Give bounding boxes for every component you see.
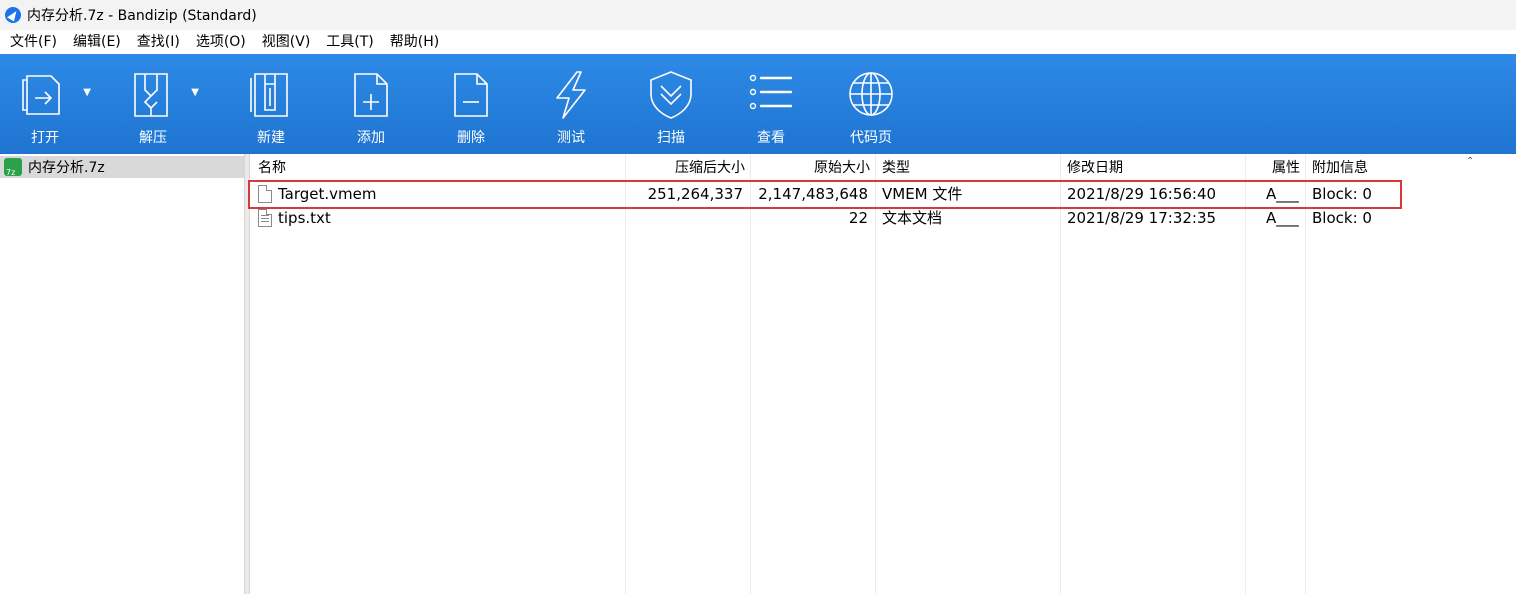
- delete-file-icon: [454, 73, 488, 117]
- table-row[interactable]: tips.txt 22 文本文档 2021/8/29 17:32:35 A___…: [250, 206, 1516, 230]
- file-extra-info: Block: 0: [1312, 209, 1372, 227]
- new-button[interactable]: 新建: [221, 54, 321, 154]
- scan-button[interactable]: 扫描: [621, 54, 721, 154]
- archive-tree: 内存分析.7z: [0, 154, 244, 594]
- extract-dropdown-icon[interactable]: ▼: [191, 87, 199, 98]
- window-title: 内存分析.7z - Bandizip (Standard): [27, 8, 257, 24]
- menu-view[interactable]: 视图(V): [254, 30, 319, 54]
- test-button[interactable]: 测试: [521, 54, 621, 154]
- menu-edit[interactable]: 编辑(E): [65, 30, 129, 54]
- file-list: 名称 压缩后大小 原始大小 类型 修改日期 属性 附加信息 ⌃ Target.v…: [250, 154, 1516, 594]
- file-original-size: 22: [848, 209, 868, 227]
- codepage-label: 代码页: [850, 130, 892, 146]
- menu-tools[interactable]: 工具(T): [318, 30, 381, 54]
- toolbar: 打开 ▼ 解压 ▼ 新建 添加 删除 测试 扫描 查看 代码页: [0, 54, 1516, 154]
- open-icon: [22, 75, 60, 115]
- codepage-button[interactable]: 代码页: [821, 54, 921, 154]
- header-name[interactable]: 名称: [258, 158, 286, 178]
- open-dropdown-icon[interactable]: ▼: [83, 87, 91, 98]
- header-original-size[interactable]: 原始大小: [755, 158, 870, 178]
- tree-item-label: 内存分析.7z: [28, 160, 105, 176]
- header-modified-date[interactable]: 修改日期: [1067, 158, 1123, 178]
- file-type: 文本文档: [882, 209, 943, 227]
- menu-options[interactable]: 选项(O): [188, 30, 254, 54]
- menu-file[interactable]: 文件(F): [2, 30, 65, 54]
- extract-icon: [134, 73, 168, 117]
- file-attributes: A___: [1266, 185, 1299, 203]
- add-file-icon: [354, 73, 388, 117]
- menu-find[interactable]: 查找(I): [129, 30, 188, 54]
- header-type[interactable]: 类型: [882, 158, 910, 178]
- file-original-size: 2,147,483,648: [758, 185, 868, 203]
- file-extra-info: Block: 0: [1312, 185, 1372, 203]
- file-modified: 2021/8/29 17:32:35: [1067, 209, 1217, 227]
- delete-button[interactable]: 删除: [421, 54, 521, 154]
- open-button[interactable]: 打开 ▼: [0, 54, 95, 154]
- add-label: 添加: [357, 130, 385, 146]
- table-row[interactable]: Target.vmem 251,264,337 2,147,483,648 VM…: [250, 182, 1516, 206]
- header-extra-info[interactable]: 附加信息: [1312, 158, 1368, 178]
- 7z-archive-icon: [4, 158, 22, 177]
- column-header: 名称 压缩后大小 原始大小 类型 修改日期 属性 附加信息 ⌃: [250, 156, 1516, 178]
- add-button[interactable]: 添加: [321, 54, 421, 154]
- open-label: 打开: [31, 130, 59, 146]
- bandizip-app-icon: [5, 7, 21, 23]
- file-name: tips.txt: [278, 209, 331, 227]
- menu-bar: 文件(F) 编辑(E) 查找(I) 选项(O) 视图(V) 工具(T) 帮助(H…: [0, 30, 1516, 54]
- file-icon: [258, 185, 272, 203]
- sort-ascending-icon: ⌃: [1466, 156, 1475, 167]
- file-modified: 2021/8/29 16:56:40: [1067, 185, 1217, 203]
- scan-label: 扫描: [657, 130, 685, 146]
- delete-label: 删除: [457, 130, 485, 146]
- test-label: 测试: [557, 130, 585, 146]
- list-view-icon: [749, 74, 793, 110]
- file-type: VMEM 文件: [882, 185, 963, 203]
- menu-help[interactable]: 帮助(H): [382, 30, 447, 54]
- shield-icon: [650, 71, 692, 119]
- lightning-icon: [556, 71, 586, 119]
- view-label: 查看: [757, 130, 785, 146]
- new-archive-icon: [250, 73, 288, 117]
- header-attributes[interactable]: 属性: [1250, 158, 1300, 178]
- view-button[interactable]: 查看: [721, 54, 821, 154]
- header-compressed-size[interactable]: 压缩后大小: [630, 158, 745, 178]
- file-name: Target.vmem: [278, 185, 377, 203]
- tree-item-archive[interactable]: 内存分析.7z: [0, 156, 244, 178]
- file-compressed-size: [630, 206, 743, 230]
- globe-icon: [849, 72, 893, 116]
- text-file-icon: [258, 209, 272, 227]
- file-compressed-size: 251,264,337: [647, 185, 743, 203]
- new-label: 新建: [257, 130, 285, 146]
- extract-button[interactable]: 解压 ▼: [103, 54, 203, 154]
- title-bar: 内存分析.7z - Bandizip (Standard): [0, 0, 1516, 30]
- file-attributes: A___: [1266, 209, 1299, 227]
- extract-label: 解压: [139, 130, 167, 146]
